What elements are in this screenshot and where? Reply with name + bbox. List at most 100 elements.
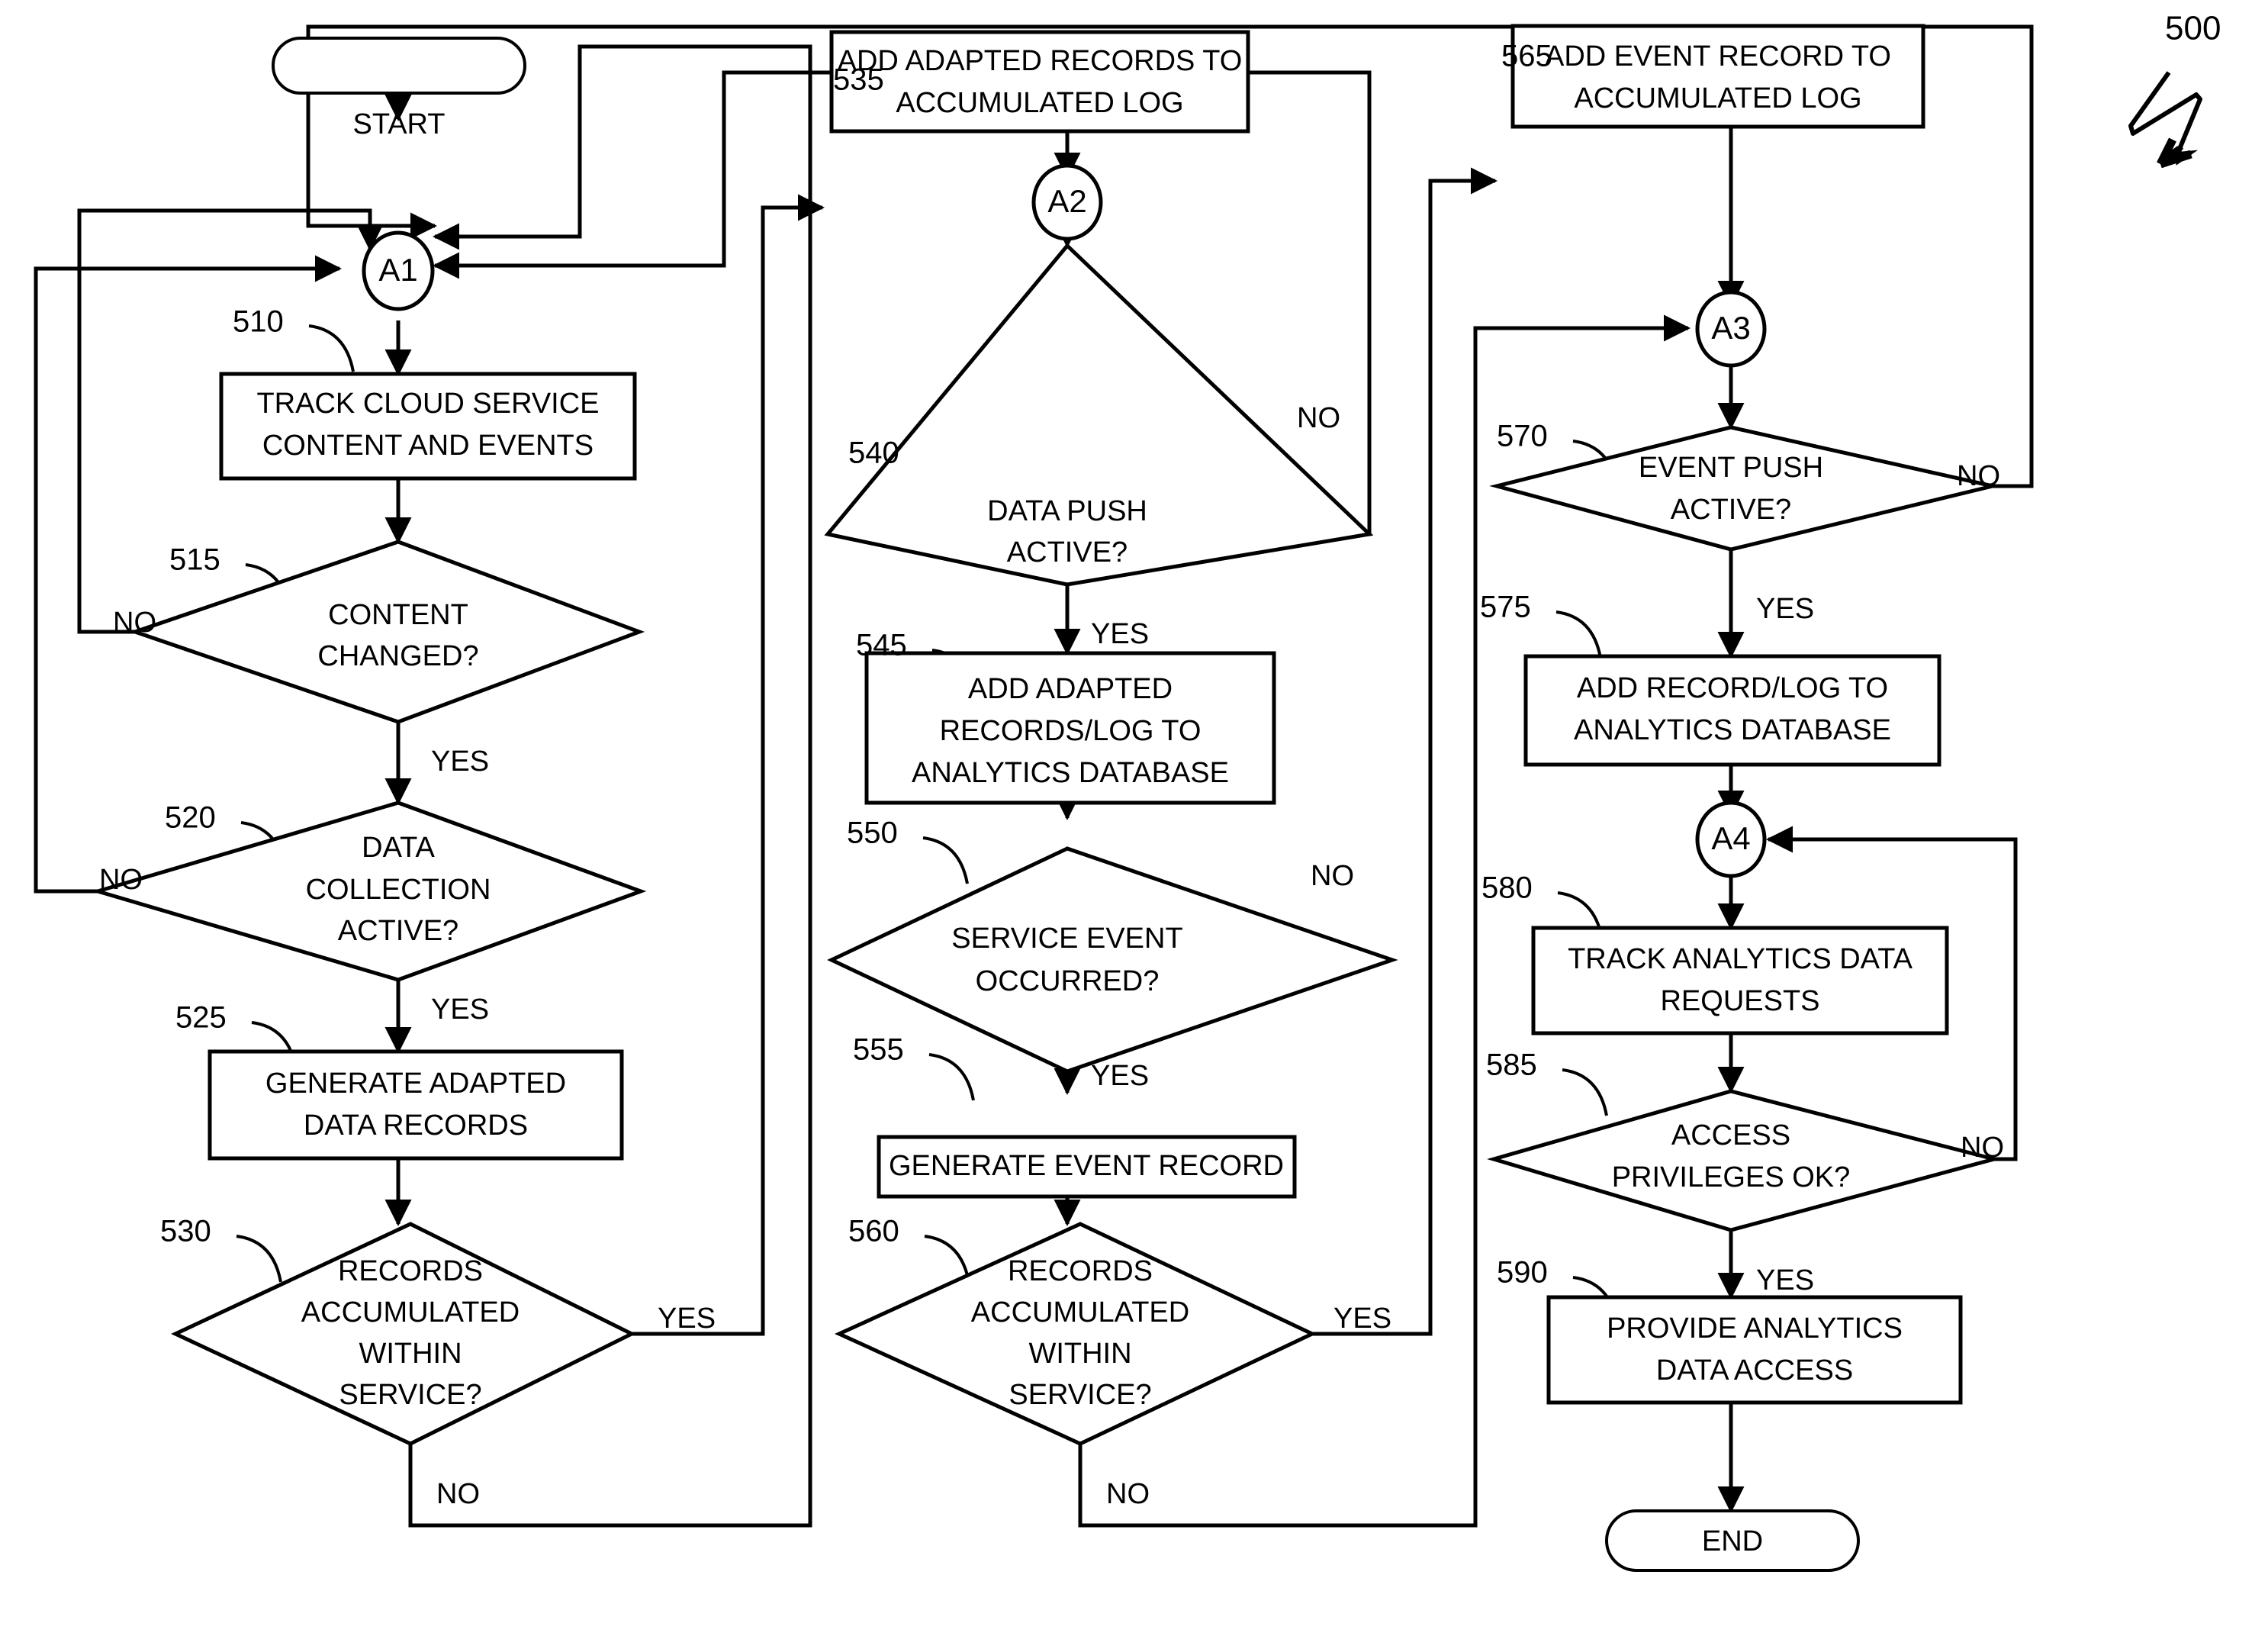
- branch-520-no: NO: [99, 864, 143, 896]
- node-560-line4: SERVICE?: [1009, 1379, 1151, 1411]
- node-530[interactable]: RECORDS ACCUMULATED WITHIN SERVICE?: [171, 1222, 636, 1446]
- ref-520: 520: [165, 801, 216, 835]
- ref-575: 575: [1480, 591, 1531, 624]
- node-575-line1: ADD RECORD/LOG TO: [1577, 672, 1888, 704]
- junction-a2[interactable]: A2: [1031, 163, 1103, 241]
- node-570[interactable]: EVENT PUSH ACTIVE?: [1489, 425, 1993, 552]
- node-580-line2: REQUESTS: [1660, 985, 1819, 1017]
- junction-a2-label: A2: [1047, 183, 1086, 219]
- node-525[interactable]: GENERATE ADAPTED DATA RECORDS: [207, 1049, 624, 1161]
- node-555-line1: GENERATE EVENT RECORD: [889, 1150, 1284, 1182]
- branch-550-yes: YES: [1091, 1060, 1149, 1092]
- node-560-line3: WITHIN: [1028, 1338, 1131, 1370]
- node-540[interactable]: DATA PUSH ACTIVE?: [824, 243, 1374, 587]
- branch-515-yes: YES: [431, 746, 489, 778]
- end-label: END: [1702, 1525, 1763, 1557]
- node-550-line2: OCCURRED?: [976, 965, 1160, 997]
- ref-565: 565: [1501, 40, 1552, 73]
- ref-530: 530: [160, 1215, 211, 1248]
- leader-585: [1562, 1068, 1608, 1116]
- junction-a1-label: A1: [378, 252, 417, 288]
- ref-580: 580: [1481, 871, 1533, 905]
- node-560[interactable]: RECORDS ACCUMULATED WITHIN SERVICE?: [834, 1222, 1317, 1446]
- node-515-line1: CONTENT: [328, 599, 468, 631]
- branch-560-yes: YES: [1333, 1303, 1391, 1335]
- flowchart-page: START A1 TRACK CLOUD SERVICE CONTENT AND…: [0, 0, 2268, 1649]
- leader-560: [924, 1235, 970, 1283]
- leader-575: [1555, 610, 1602, 659]
- node-570-line1: EVENT PUSH: [1639, 452, 1823, 484]
- node-545[interactable]: ADD ADAPTED RECORDS/LOG TO ANALYTICS DAT…: [864, 651, 1276, 805]
- ref-525: 525: [175, 1001, 227, 1035]
- node-585-line1: ACCESS: [1671, 1119, 1790, 1151]
- node-590-line2: DATA ACCESS: [1656, 1354, 1853, 1387]
- node-585[interactable]: ACCESS PRIVILEGES OK?: [1487, 1089, 2002, 1232]
- figure-number: 500: [2165, 10, 2221, 47]
- node-540-line2: ACTIVE?: [1007, 536, 1128, 568]
- node-575-line2: ANALYTICS DATABASE: [1574, 714, 1891, 746]
- node-565-line1: ADD EVENT RECORD TO: [1545, 40, 1891, 72]
- node-585-line2: PRIVILEGES OK?: [1612, 1161, 1851, 1193]
- leader-510: [308, 324, 355, 372]
- node-575[interactable]: ADD RECORD/LOG TO ANALYTICS DATABASE: [1523, 654, 1941, 767]
- ref-540: 540: [848, 436, 899, 470]
- node-535[interactable]: ADD ADAPTED RECORDS TO ACCUMULATED LOG: [829, 30, 1250, 134]
- ref-545: 545: [856, 629, 907, 662]
- node-530-line1: RECORDS: [338, 1255, 483, 1287]
- node-550[interactable]: SERVICE EVENT OCCURRED?: [827, 846, 1398, 1074]
- junction-a1[interactable]: A1: [362, 230, 435, 311]
- node-525-line1: GENERATE ADAPTED: [265, 1068, 566, 1100]
- node-590-line1: PROVIDE ANALYTICS: [1607, 1312, 1903, 1345]
- node-580[interactable]: TRACK ANALYTICS DATA REQUESTS: [1531, 926, 1949, 1035]
- node-520-line1: DATA: [362, 832, 435, 864]
- node-510[interactable]: TRACK CLOUD SERVICE CONTENT AND EVENTS: [219, 372, 637, 481]
- node-590[interactable]: PROVIDE ANALYTICS DATA ACCESS: [1546, 1295, 1963, 1405]
- branch-585-no: NO: [1961, 1132, 2004, 1164]
- node-start[interactable]: START: [272, 37, 526, 140]
- node-580-line1: TRACK ANALYTICS DATA: [1568, 943, 1913, 975]
- node-560-line1: RECORDS: [1008, 1255, 1153, 1287]
- connector-530-yes-to-535: [632, 194, 825, 1336]
- junction-a3[interactable]: A3: [1695, 290, 1767, 368]
- ref-555: 555: [853, 1033, 904, 1067]
- junction-a3-label: A3: [1711, 310, 1750, 346]
- node-555[interactable]: GENERATE EVENT RECORD: [877, 1135, 1297, 1199]
- node-515-line2: CHANGED?: [317, 640, 478, 672]
- branch-540-yes: YES: [1091, 618, 1149, 650]
- ref-585: 585: [1486, 1048, 1537, 1082]
- branch-570-no: NO: [1957, 460, 2000, 492]
- node-550-line1: SERVICE EVENT: [951, 923, 1182, 955]
- node-530-line2: ACCUMULATED: [301, 1296, 520, 1329]
- branch-520-yes: YES: [431, 994, 489, 1026]
- node-545-line3: ANALYTICS DATABASE: [912, 757, 1229, 789]
- branch-550-no: NO: [1311, 860, 1354, 892]
- junction-a4[interactable]: A4: [1695, 800, 1767, 878]
- leader-550: [922, 836, 969, 884]
- junction-a4-label: A4: [1711, 820, 1750, 856]
- ref-570: 570: [1497, 420, 1548, 453]
- branch-515-no: NO: [113, 607, 156, 639]
- node-535-line1: ADD ADAPTED RECORDS TO: [838, 45, 1243, 77]
- node-510-line1: TRACK CLOUD SERVICE: [256, 388, 599, 420]
- node-545-line1: ADD ADAPTED: [968, 673, 1173, 705]
- node-570-line2: ACTIVE?: [1671, 494, 1791, 526]
- node-540-line1: DATA PUSH: [987, 495, 1147, 527]
- branch-560-no: NO: [1106, 1478, 1150, 1510]
- node-530-line3: WITHIN: [359, 1338, 462, 1370]
- node-545-line2: RECORDS/LOG TO: [940, 715, 1202, 747]
- node-520-line2: COLLECTION: [306, 874, 491, 906]
- node-565-line2: ACCUMULATED LOG: [1574, 82, 1861, 114]
- branch-570-yes: YES: [1756, 593, 1814, 625]
- node-530-line4: SERVICE?: [339, 1379, 481, 1411]
- node-535-line2: ACCUMULATED LOG: [896, 87, 1183, 119]
- ref-590: 590: [1497, 1256, 1548, 1290]
- node-565[interactable]: ADD EVENT RECORD TO ACCUMULATED LOG: [1510, 24, 1925, 129]
- node-525-line2: DATA RECORDS: [304, 1110, 528, 1142]
- node-end[interactable]: END: [1605, 1509, 1860, 1572]
- branch-530-no: NO: [436, 1478, 480, 1510]
- node-520-line3: ACTIVE?: [338, 915, 458, 947]
- branch-530-yes: YES: [658, 1303, 716, 1335]
- ref-550: 550: [847, 816, 898, 850]
- branch-540-no: NO: [1297, 402, 1340, 434]
- ref-510: 510: [233, 305, 284, 339]
